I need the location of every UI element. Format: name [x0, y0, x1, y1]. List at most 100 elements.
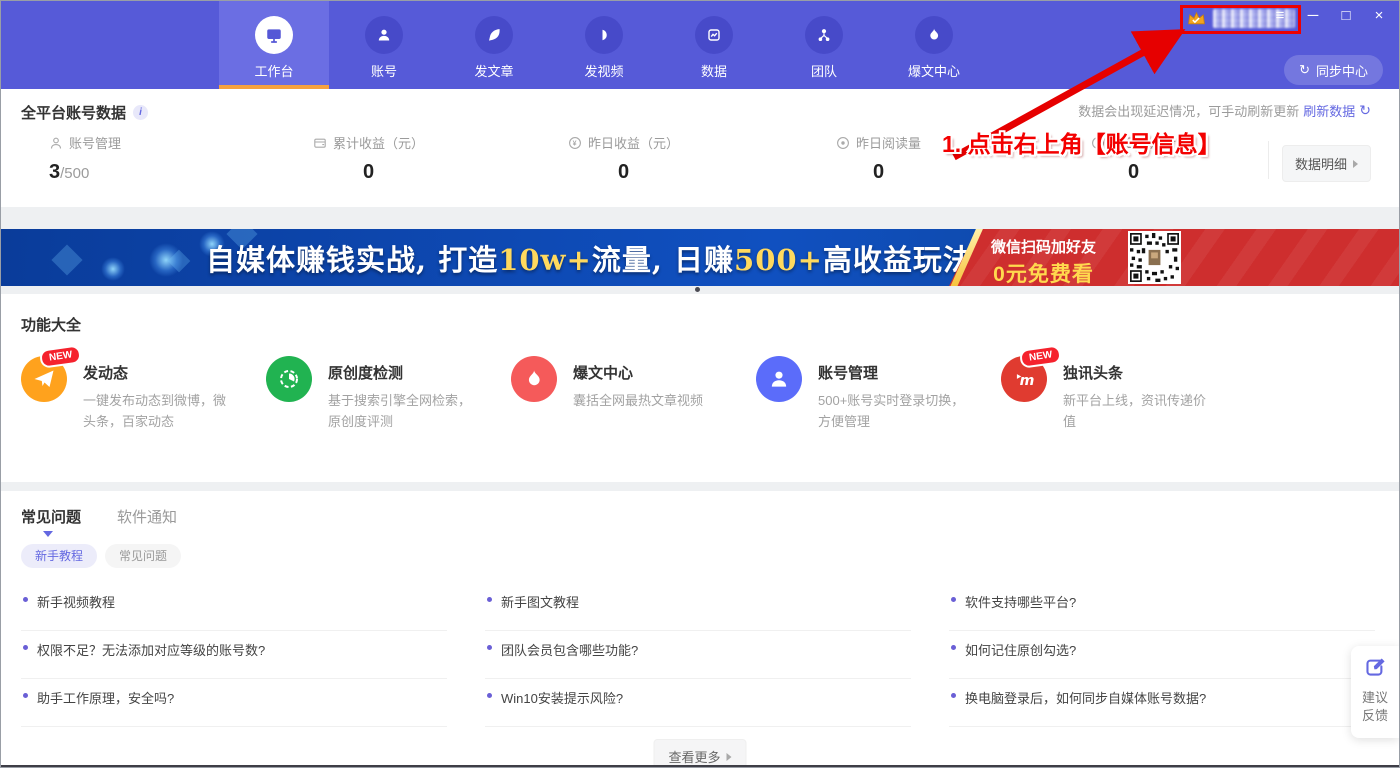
faq-item[interactable]: 软件支持哪些平台? — [949, 583, 1375, 631]
svg-text:m: m — [1020, 373, 1035, 389]
feature-title: 账号管理 — [818, 362, 968, 383]
faq-item[interactable]: 助手工作原理，安全吗? — [21, 679, 447, 727]
feedback-widget[interactable]: 建议 反馈 — [1351, 646, 1399, 738]
tab-faq[interactable]: 常见问题 — [21, 506, 81, 527]
features-title: 功能大全 — [21, 314, 81, 335]
faq-column: 新手视频教程 权限不足？无法添加对应等级的账号数? 助手工作原理，安全吗? — [21, 583, 447, 727]
crown-vip-icon — [1187, 10, 1206, 27]
wechat-promo: 微信扫码加好友 0元免费看 — [991, 236, 1096, 286]
divider — [1268, 141, 1269, 179]
faq-item[interactable]: 团队会员包含哪些功能? — [485, 631, 911, 679]
nav-tab-label: 账号 — [371, 61, 397, 80]
feedback-edit-icon — [1364, 656, 1386, 678]
faq-column: 新手图文教程 团队会员包含哪些功能? Win10安装提示风险? — [485, 583, 911, 727]
metric-label: 账号管理 — [69, 133, 121, 152]
nav-tab-account[interactable]: 账号 — [329, 1, 439, 89]
window-controls: ≡ ─ □ × — [1272, 7, 1387, 24]
faq-item[interactable]: 如何记住原创勾选? — [949, 631, 1375, 679]
sync-center-button[interactable]: ↻ 同步中心 — [1284, 55, 1383, 85]
view-more-button[interactable]: 查看更多 — [653, 739, 746, 768]
nav-tab-workbench[interactable]: 工作台 — [219, 1, 329, 89]
metric-value: 0 — [241, 161, 496, 184]
new-badge: NEW — [1019, 344, 1063, 369]
feature-card-originality-check[interactable]: 原创度检测 基于搜索引擎全网检索，原创度评测 — [266, 356, 511, 432]
metric-account-management: 账号管理 3/500 — [21, 133, 241, 184]
stats-title-text: 全平台账号数据 — [21, 102, 126, 123]
close-icon[interactable]: × — [1371, 7, 1387, 24]
feature-desc: 500+账号实时登录切换，方便管理 — [818, 390, 968, 432]
banner-headline: 自媒体赚钱实战, 打造10w+流量, 日赚500+高收益玩法 — [206, 237, 973, 279]
bullet-dot — [951, 645, 956, 650]
nav-tab-publish-article[interactable]: 发文章 — [439, 1, 549, 89]
maximize-icon[interactable]: □ — [1338, 7, 1354, 24]
metric-yesterday-income: ¥ 昨日收益（元） 0 — [496, 133, 751, 184]
duxun-logo-icon: m NEW — [1001, 356, 1047, 402]
feature-desc: 一键发布动态到微博，微头条，百家动态 — [83, 390, 233, 432]
carousel-indicator-dot[interactable] — [695, 287, 700, 292]
feature-card-duxun-toutiao[interactable]: m NEW 独讯头条 新平台上线，资讯传递价值 — [1001, 356, 1246, 432]
minimize-icon[interactable]: ─ — [1305, 7, 1321, 24]
more-arrow-icon — [727, 753, 732, 761]
feature-desc: 新平台上线，资讯传递价值 — [1063, 390, 1213, 432]
sync-refresh-icon: ↻ — [1299, 62, 1310, 78]
tutorial-annotation-text: 1. 点击右上角【账号信息】 — [942, 125, 1221, 159]
feature-card-account-management[interactable]: 账号管理 500+账号实时登录切换，方便管理 — [756, 356, 1001, 432]
data-chart-icon — [695, 16, 733, 54]
data-detail-button[interactable]: 数据明细 — [1282, 145, 1371, 182]
promo-banner[interactable]: 自媒体赚钱实战, 打造10w+流量, 日赚500+高收益玩法 微信扫码加好友 0… — [1, 229, 1399, 286]
nav-tab-publish-video[interactable]: 发视频 — [549, 1, 659, 89]
refresh-icon[interactable]: ↻ — [1359, 102, 1371, 119]
yen-circle-icon: ¥ — [568, 136, 582, 150]
pill-common-questions[interactable]: 常见问题 — [105, 544, 181, 568]
flame-icon — [511, 356, 557, 402]
faq-item[interactable]: Win10安装提示风险? — [485, 679, 911, 727]
refresh-data-link[interactable]: 刷新数据 — [1303, 101, 1355, 120]
refresh-tip-text: 数据会出现延迟情况，可手动刷新更新 — [1078, 101, 1299, 120]
caret-down-icon — [43, 531, 53, 537]
banner-square-deco — [51, 244, 82, 275]
bullet-dot — [23, 597, 28, 602]
sync-label: 同步中心 — [1316, 61, 1368, 80]
feature-title: 发动态 — [83, 362, 233, 383]
nav-tab-label: 工作台 — [254, 61, 293, 80]
new-badge: NEW — [39, 344, 83, 369]
nav-tab-team[interactable]: 团队 — [769, 1, 879, 89]
nav-tab-label: 发视频 — [584, 61, 623, 80]
nav-tab-data[interactable]: 数据 — [659, 1, 769, 89]
pill-beginner-tutorial[interactable]: 新手教程 — [21, 544, 97, 568]
metric-total: /500 — [60, 165, 89, 182]
metric-value: 0 — [751, 161, 1006, 184]
originality-gauge-icon — [266, 356, 312, 402]
wechat-line: 微信扫码加好友 — [991, 236, 1096, 257]
feature-cards: NEW 发动态 一键发布动态到微博，微头条，百家动态 原创度检测 基于搜索引擎全… — [21, 356, 1246, 432]
feather-quill-icon — [475, 16, 513, 54]
feature-title: 独讯头条 — [1063, 362, 1213, 383]
hamburger-menu-icon[interactable]: ≡ — [1272, 7, 1288, 24]
faq-item[interactable]: 新手视频教程 — [21, 583, 447, 631]
feature-card-hot-center[interactable]: 爆文中心 囊括全网最热文章视频 — [511, 356, 756, 432]
nav-tab-label: 数据 — [701, 61, 727, 80]
faq-item[interactable]: 换电脑登录后，如何同步自媒体账号数据? — [949, 679, 1375, 727]
info-icon[interactable]: i — [133, 105, 148, 120]
flame-icon — [915, 16, 953, 54]
bullet-dot — [951, 693, 956, 698]
person-icon — [756, 356, 802, 402]
nav-tab-hot-center[interactable]: 爆文中心 — [879, 1, 989, 89]
faq-panel: 常见问题 软件通知 新手教程 常见问题 新手视频教程 权限不足？无法添加对应等级… — [1, 491, 1399, 767]
view-more-label: 查看更多 — [668, 747, 720, 766]
faq-item[interactable]: 新手图文教程 — [485, 583, 911, 631]
window-bottom-edge — [1, 765, 1399, 767]
metric-value: 0 — [1006, 161, 1261, 184]
feature-card-post-moments[interactable]: NEW 发动态 一键发布动态到微博，微头条，百家动态 — [21, 356, 266, 432]
team-org-icon — [805, 16, 843, 54]
tab-software-notice[interactable]: 软件通知 — [117, 506, 177, 527]
feature-desc: 囊括全网最热文章视频 — [573, 390, 703, 411]
metric-total-income: 累计收益（元） 0 — [241, 133, 496, 184]
refresh-tip: 数据会出现延迟情况，可手动刷新更新 刷新数据 ↻ — [1078, 101, 1371, 120]
qr-code — [1128, 231, 1181, 284]
metric-value: 0 — [496, 161, 751, 184]
bullet-dot — [487, 645, 492, 650]
bullet-dot — [487, 693, 492, 698]
faq-item[interactable]: 权限不足？无法添加对应等级的账号数? — [21, 631, 447, 679]
wallet-icon — [313, 136, 327, 150]
